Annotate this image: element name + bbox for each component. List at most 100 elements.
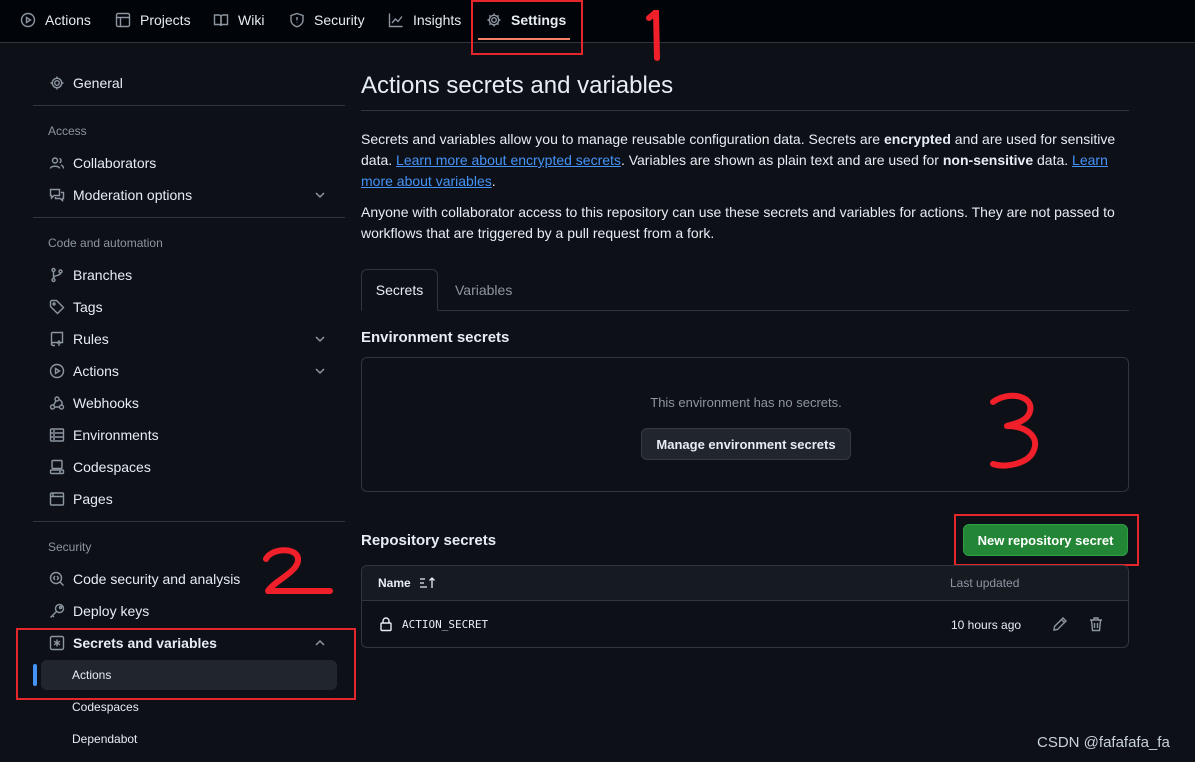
sidebar-item-moderation[interactable]: Moderation options — [40, 181, 338, 209]
sidebar-item-label: Code security and analysis — [73, 571, 241, 587]
sidebar-item-pages[interactable]: Pages — [40, 485, 338, 513]
annotation-number-two — [263, 547, 333, 594]
sidebar-item-rules[interactable]: Rules — [40, 325, 338, 353]
tab-secrets[interactable]: Secrets — [361, 269, 438, 311]
column-name[interactable]: Name — [378, 576, 437, 590]
title-divider — [361, 110, 1129, 111]
table-header: Name Last updated — [362, 566, 1128, 601]
watermark: CSDN @fafafafa_fa — [1037, 734, 1170, 751]
sidebar-subitem-codespaces[interactable]: Codespaces — [72, 700, 139, 714]
repo-top-nav: Actions Projects Wiki Security Insights … — [0, 0, 1195, 43]
sidebar-item-label: Tags — [73, 299, 103, 315]
tab-secrets-label: Secrets — [375, 282, 424, 298]
tab-projects[interactable]: Projects — [115, 0, 191, 40]
tab-actions-label: Actions — [45, 12, 91, 28]
sidebar-item-label: Moderation options — [73, 187, 193, 203]
sidebar-item-label: Actions — [73, 363, 119, 379]
description-paragraph: Secrets and variables allow you to manag… — [361, 129, 1136, 192]
table-icon — [115, 12, 131, 28]
sidebar-item-branches[interactable]: Branches — [40, 261, 338, 289]
sidebar-item-label: Deploy keys — [73, 603, 150, 619]
tab-security[interactable]: Security — [289, 0, 365, 40]
tab-wiki-label: Wiki — [238, 12, 265, 28]
tab-variables[interactable]: Variables — [455, 282, 512, 298]
play-icon — [49, 363, 65, 379]
button-label: Manage environment secrets — [656, 436, 836, 452]
sidebar-heading-security: Security — [48, 540, 92, 554]
manage-environment-secrets-button[interactable]: Manage environment secrets — [641, 428, 851, 460]
play-icon — [20, 12, 36, 28]
annotation-box-secrets — [16, 628, 356, 700]
annotation-number-one — [646, 10, 660, 61]
chevron-down-icon — [315, 192, 325, 199]
column-name-label: Name — [378, 576, 411, 590]
sidebar-divider — [33, 105, 345, 106]
description-bold-nonsensitive: non-sensitive — [942, 152, 1034, 168]
graph-icon — [388, 13, 403, 28]
tab-insights-label: Insights — [413, 12, 462, 28]
sidebar-heading-access: Access — [48, 124, 87, 138]
sidebar-item-label: Codespaces — [73, 459, 151, 475]
secret-name: ACTION_SECRET — [402, 618, 489, 631]
annotation-box-settings — [471, 0, 583, 55]
sidebar-item-environments[interactable]: Environments — [40, 421, 338, 449]
trash-icon[interactable] — [1088, 616, 1104, 632]
git-branch-icon — [51, 267, 63, 283]
sidebar-item-collaborators[interactable]: Collaborators — [40, 149, 338, 177]
collaborator-note: Anyone with collaborator access to this … — [361, 204, 1115, 241]
tab-insights[interactable]: Insights — [388, 0, 461, 40]
tag-icon — [49, 299, 65, 315]
comment-discussion-icon — [49, 188, 65, 202]
sidebar-item-general[interactable]: General — [40, 69, 338, 97]
sidebar-divider — [33, 217, 345, 218]
sidebar-item-codespaces[interactable]: Codespaces — [40, 453, 338, 481]
tabs-border — [361, 310, 1129, 311]
sidebar-item-tags[interactable]: Tags — [40, 293, 338, 321]
shield-icon — [290, 12, 304, 28]
sidebar-item-label: Branches — [73, 267, 133, 283]
column-last-updated: Last updated — [950, 576, 1020, 590]
sidebar-item-label: Pages — [73, 491, 113, 507]
sidebar-item-label: Environments — [73, 427, 159, 443]
sidebar-item-deploy-keys[interactable]: Deploy keys — [40, 597, 338, 625]
webhook-icon — [49, 396, 65, 410]
pencil-icon[interactable] — [1052, 616, 1068, 632]
annotation-box-new-secret — [954, 514, 1139, 566]
people-icon — [49, 157, 65, 169]
sidebar-heading-code: Code and automation — [48, 236, 163, 250]
sidebar-item-webhooks[interactable]: Webhooks — [40, 389, 338, 417]
codescan-icon — [49, 571, 64, 586]
gear-icon — [50, 76, 64, 90]
description-text: . — [491, 173, 496, 189]
sidebar-item-actions[interactable]: Actions — [40, 357, 338, 385]
sidebar-subitem-dependabot[interactable]: Dependabot — [72, 732, 137, 746]
lock-icon — [380, 617, 392, 632]
chevron-down-icon — [315, 336, 325, 343]
codespaces-icon — [49, 459, 65, 475]
tab-security-label: Security — [314, 12, 365, 28]
description-text: data. — [1033, 152, 1073, 168]
sidebar-divider — [33, 521, 345, 522]
repo-push-icon — [50, 331, 64, 347]
book-icon — [213, 14, 229, 27]
sidebar-item-label: Webhooks — [73, 395, 139, 411]
description-bold-encrypted: encrypted — [883, 131, 951, 147]
secret-last-updated: 10 hours ago — [951, 618, 1022, 632]
tab-projects-label: Projects — [140, 12, 191, 28]
learn-more-secrets-link[interactable]: Learn more about encrypted secrets — [396, 152, 621, 168]
sort-icon — [419, 577, 435, 588]
repository-secrets-heading: Repository secrets — [361, 532, 497, 549]
server-icon — [49, 428, 65, 442]
tab-actions[interactable]: Actions — [20, 0, 91, 40]
description-text: Secrets and variables allow you to manag… — [361, 131, 884, 147]
sidebar-item-label: Rules — [73, 331, 109, 347]
page-title: Actions secrets and variables — [361, 72, 674, 99]
environment-secrets-heading: Environment secrets — [361, 329, 510, 346]
annotation-number-three — [990, 392, 1038, 469]
key-icon — [50, 603, 65, 618]
description-text: . Variables are shown as plain text and … — [620, 152, 943, 168]
tab-wiki[interactable]: Wiki — [213, 0, 264, 40]
browser-icon — [49, 492, 65, 506]
repository-secrets-table: Name Last updated ACTION_SECRET 10 hours… — [361, 565, 1129, 648]
sidebar-item-label: General — [73, 75, 123, 91]
